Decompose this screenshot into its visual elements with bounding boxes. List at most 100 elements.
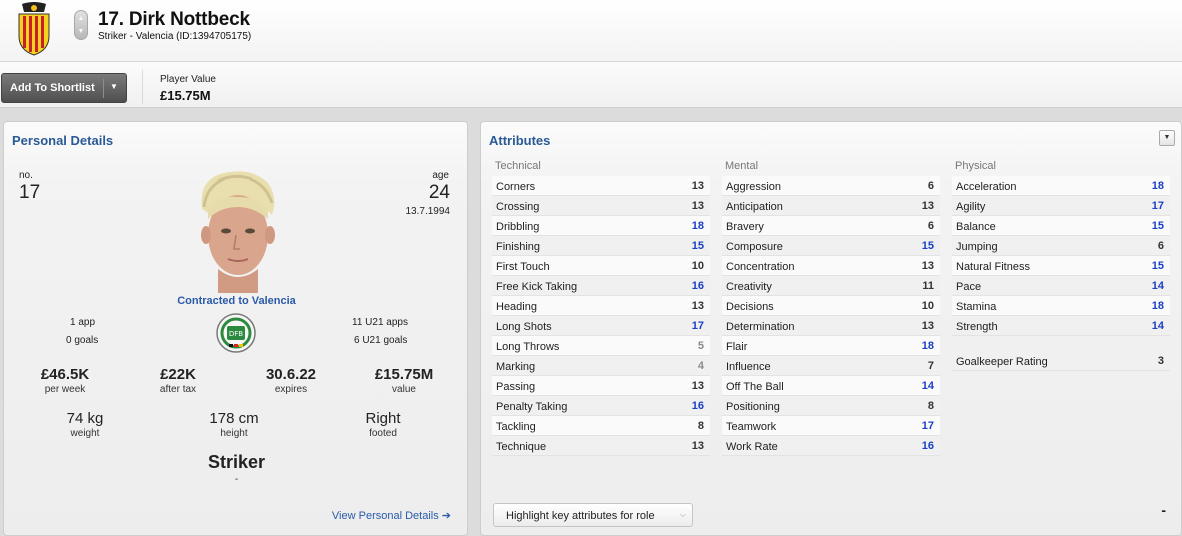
highlight-label: Highlight key attributes for role: [506, 510, 655, 522]
attribute-name: Composure: [726, 241, 783, 253]
age-label: age: [432, 170, 449, 181]
goalkeeper-rating-value: 3: [1157, 355, 1164, 367]
player-nav-arrows[interactable]: ▲ ▼: [74, 10, 88, 40]
attribute-row: Free Kick Taking 16: [492, 276, 710, 296]
goalkeeper-rating-label: Goalkeeper Rating: [956, 356, 1048, 368]
attribute-row: Crossing 13: [492, 196, 710, 216]
player-value-label: Player Value: [160, 74, 216, 85]
attribute-row: Finishing 15: [492, 236, 710, 256]
panel-menu-icon[interactable]: ▼: [1159, 130, 1175, 146]
attribute-row: Acceleration 18: [952, 176, 1170, 196]
club-goals: 0 goals: [66, 335, 99, 346]
attribute-value: 8: [927, 400, 934, 412]
add-to-shortlist-button[interactable]: Add To Shortlist ▼: [1, 73, 127, 103]
attribute-row: Marking 4: [492, 356, 710, 376]
attribute-name: Concentration: [726, 261, 795, 273]
attribute-value: 10: [691, 260, 704, 272]
attribute-row: Influence 7: [722, 356, 940, 376]
highlight-key-attributes-dropdown[interactable]: Highlight key attributes for role ⌵: [493, 503, 693, 527]
attribute-name: Flair: [726, 341, 748, 353]
attribute-value: 10: [921, 300, 934, 312]
attribute-row: Anticipation 13: [722, 196, 940, 216]
number-value: 17: [19, 182, 41, 203]
attribute-name: Teamwork: [726, 421, 777, 433]
attribute-name: Free Kick Taking: [496, 281, 578, 293]
attribute-row: Determination 13: [722, 316, 940, 336]
attribute-row: Natural Fitness 15: [952, 256, 1170, 276]
attribute-row: Bravery 6: [722, 216, 940, 236]
attribute-value: 6: [927, 180, 934, 192]
chevron-down-icon[interactable]: ▼: [110, 82, 118, 91]
attribute-value: 13: [691, 180, 704, 192]
technical-heading: Technical: [495, 160, 541, 172]
chevron-up-icon[interactable]: ▲: [75, 15, 87, 23]
attribute-name: Passing: [496, 381, 536, 393]
expires-label: expires: [274, 384, 308, 395]
attribute-value: 15: [921, 240, 934, 252]
attribute-row: Dribbling 18: [492, 216, 710, 236]
date-of-birth: 13.7.1994: [405, 206, 451, 217]
attribute-name: Technique: [496, 441, 547, 453]
u21-apps: 11 U21 apps: [352, 317, 408, 328]
technical-column: Technical Corners 13 Crossing 13 Dribbling 18…: [492, 160, 710, 456]
attribute-name: First Touch: [496, 261, 550, 273]
attribute-name: Creativity: [726, 281, 772, 293]
attribute-row: Technique 13: [492, 436, 710, 456]
toolbar-divider: [142, 70, 143, 104]
player-header: ▲ ▼ 17. Dirk Nottbeck Striker - Valencia…: [0, 0, 1182, 62]
attribute-row: Flair 18: [722, 336, 940, 356]
goalkeeper-rating-row: Goalkeeper Rating 3: [952, 351, 1170, 371]
attribute-row: Strength 14: [952, 316, 1170, 336]
after-tax-stat: £22K after tax: [138, 366, 218, 395]
personal-details-title: Personal Details: [12, 133, 114, 148]
attribute-name: Work Rate: [726, 441, 778, 453]
attribute-row: Creativity 11: [722, 276, 940, 296]
attribute-value: 14: [921, 380, 934, 392]
attribute-name: Bravery: [726, 221, 764, 233]
footed-stat: Right footed: [343, 410, 423, 439]
personal-details-panel: Personal Details no. 17 age 24 13.7.1994…: [3, 121, 468, 536]
chevron-down-icon: ⌵: [679, 510, 686, 519]
attribute-name: Long Throws: [496, 341, 560, 353]
attribute-row: Composure 15: [722, 236, 940, 256]
attribute-row: Corners 13: [492, 176, 710, 196]
attribute-value: 18: [921, 340, 934, 352]
footed-value: Right: [365, 410, 401, 427]
attribute-value: 8: [697, 420, 704, 432]
attribute-name: Dribbling: [496, 221, 540, 233]
attribute-row: Agility 17: [952, 196, 1170, 216]
attribute-name: Decisions: [726, 301, 774, 313]
attribute-value: 14: [1151, 280, 1164, 292]
contract-status-link[interactable]: Contracted to Valencia: [4, 295, 469, 307]
attribute-value: 13: [921, 200, 934, 212]
attribute-value: 13: [691, 440, 704, 452]
attribute-value: 15: [691, 240, 704, 252]
attribute-name: Long Shots: [496, 321, 552, 333]
number-label: no.: [19, 170, 33, 181]
attribute-value: 4: [697, 360, 704, 372]
attribute-value: 17: [691, 320, 704, 332]
attribute-value: 14: [1151, 320, 1164, 332]
attribute-name: Positioning: [726, 401, 780, 413]
attribute-row: Tackling 8: [492, 416, 710, 436]
attribute-name: Determination: [726, 321, 795, 333]
chevron-down-icon[interactable]: ▼: [75, 28, 87, 36]
club-apps: 1 app: [70, 317, 96, 328]
attribute-row: Penalty Taking 16: [492, 396, 710, 416]
mental-column: Mental Aggression 6 Anticipation 13 Bravery 6…: [722, 160, 940, 456]
attribute-value: 11: [922, 280, 934, 292]
value-value: £15.75M: [374, 366, 434, 383]
mental-heading: Mental: [725, 160, 759, 172]
after-tax-label: after tax: [159, 384, 197, 395]
attribute-name: Penalty Taking: [496, 401, 568, 413]
player-value: £15.75M: [160, 88, 211, 103]
attribute-row: Teamwork 17: [722, 416, 940, 436]
view-personal-details-link[interactable]: View Personal Details ➔: [332, 509, 451, 522]
collapse-dash[interactable]: -: [1161, 502, 1166, 518]
attribute-value: 17: [1151, 200, 1164, 212]
attribute-row: Concentration 13: [722, 256, 940, 276]
attribute-value: 13: [921, 260, 934, 272]
attribute-row: Jumping 6: [952, 236, 1170, 256]
wage-label: per week: [44, 384, 86, 395]
button-divider: [103, 79, 104, 98]
